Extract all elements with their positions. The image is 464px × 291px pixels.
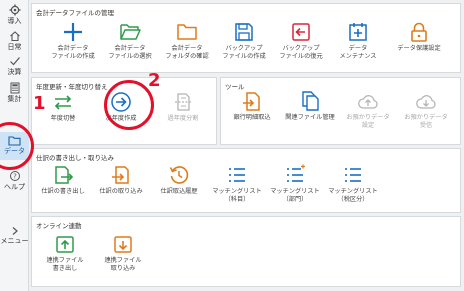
- sidebar-item-summary[interactable]: 集計: [0, 82, 29, 103]
- tool-label: 連携ファイル 書き出し: [46, 257, 84, 272]
- matching-list-accounts-button[interactable]: マッチングリスト （科目）: [210, 164, 264, 204]
- list-icon: [345, 168, 361, 182]
- matching-list-departments-button[interactable]: マッチングリスト （部門）: [268, 164, 322, 204]
- panel-title: 会計データファイルの管理: [36, 9, 114, 17]
- panel-title: 年度更新・年度切り替え: [36, 83, 108, 91]
- create-data-file-button[interactable]: 会計データ ファイルの作成: [46, 21, 100, 61]
- sidebar-item-menu[interactable]: メニュー: [0, 226, 29, 245]
- tool-label: 年度切替: [50, 115, 76, 122]
- panel-title: 仕訳の書き出し・取り込み: [36, 154, 114, 162]
- import-icon: [112, 166, 129, 184]
- create-backup-button[interactable]: バックアップ ファイルの作成: [217, 21, 271, 61]
- main-content: 会計データファイルの管理 会計データ ファイルの作成 会計データ ファイルの選択…: [29, 0, 464, 291]
- lock-icon: [411, 22, 427, 42]
- tool-label: お預かりデータ 受信: [404, 114, 448, 129]
- tool-label: バックアップ ファイルの復元: [279, 45, 323, 60]
- folder-icon: [177, 24, 197, 40]
- chevron-right-icon: [12, 227, 18, 235]
- cloud-upload-icon: [358, 95, 378, 109]
- check-icon: [9, 57, 20, 66]
- related-files-icon: [302, 91, 319, 111]
- link-import-icon: [114, 236, 132, 253]
- sidebar-item-setup[interactable]: 導入: [0, 4, 29, 25]
- save-icon: [235, 23, 253, 41]
- split-icon: [175, 93, 191, 111]
- tool-label: 会計データ ファイルの選択: [108, 45, 152, 60]
- tool-label: マッチングリスト （科目）: [212, 188, 262, 203]
- cloud-download-icon: [416, 95, 436, 109]
- data-protection-button[interactable]: データ保護設定: [392, 21, 446, 53]
- tool-label: 連携ファイル 取り込み: [104, 257, 142, 272]
- tool-label: バックアップ ファイルの作成: [222, 45, 266, 60]
- annotation-circle-next-year: [104, 80, 154, 130]
- history-icon: [169, 166, 189, 184]
- data-maintenance-button[interactable]: データ メンテナンス: [331, 21, 385, 61]
- split-past-year-button[interactable]: 過年度分割: [156, 91, 210, 123]
- journal-import-history-button[interactable]: 仕訳取込履歴: [152, 164, 206, 196]
- annotation-step-1: 1: [33, 93, 46, 114]
- select-data-file-button[interactable]: 会計データ ファイルの選択: [103, 21, 157, 61]
- tool-label: 会計データ フォルダの確認: [165, 45, 209, 60]
- matching-list-tax-button[interactable]: マッチングリスト （税区分）: [326, 164, 380, 204]
- tool-label: 関連ファイル管理: [285, 114, 335, 121]
- tool-label: 仕訳の書き出し: [41, 188, 85, 195]
- tool-label: 銀行明細取込: [233, 114, 271, 121]
- restore-backup-button[interactable]: バックアップ ファイルの復元: [274, 21, 328, 61]
- panel-journal-io: 仕訳の書き出し・取り込み 仕訳の書き出し 仕訳の取り込み 仕訳取込履歴 マッチン…: [31, 148, 461, 213]
- sidebar-item-label: 日常: [7, 43, 22, 51]
- panel-file-management: 会計データファイルの管理 会計データ ファイルの作成 会計データ ファイルの選択…: [31, 3, 461, 73]
- sidebar-item-label: ヘルプ: [4, 183, 25, 191]
- import-journal-button[interactable]: 仕訳の取り込み: [94, 164, 148, 196]
- tool-label: 仕訳の取り込み: [99, 188, 143, 195]
- tool-label: マッチングリスト （部門）: [270, 188, 320, 203]
- export-link-file-button[interactable]: 連携ファイル 書き出し: [38, 233, 92, 273]
- export-icon: [55, 166, 74, 184]
- sidebar-item-label: 導入: [7, 17, 22, 25]
- tool-label: 過年度分割: [167, 115, 199, 122]
- tool-label: 会計データ ファイルの作成: [51, 45, 95, 60]
- panel-title: オンライン連動: [36, 222, 82, 230]
- deposit-data-settings-button[interactable]: お預かりデータ 設定: [341, 90, 395, 130]
- home-icon: [9, 31, 20, 42]
- calculator-icon: [10, 82, 19, 94]
- related-files-button[interactable]: 関連ファイル管理: [283, 90, 337, 122]
- restore-icon: [292, 23, 310, 41]
- sidebar-item-daily[interactable]: 日常: [0, 30, 29, 51]
- plus-icon: [64, 23, 82, 41]
- help-icon: ?: [9, 171, 20, 181]
- tool-label: マッチングリスト （税区分）: [328, 188, 378, 203]
- switch-arrows-icon: [54, 95, 72, 110]
- deposit-data-receive-button[interactable]: お預かりデータ 受信: [399, 90, 453, 130]
- sidebar-item-label: 集計: [7, 95, 22, 103]
- sidebar-item-help[interactable]: ? ヘルプ: [0, 170, 29, 191]
- sidebar-item-label: メニュー: [0, 237, 29, 245]
- bank-import-icon: [243, 92, 260, 111]
- panel-online: オンライン連動 連携ファイル 書き出し 連携ファイル 取り込み: [31, 216, 461, 287]
- list-icon: [287, 164, 305, 182]
- link-export-icon: [56, 236, 74, 253]
- panel-tools: ツール 銀行明細取込 関連ファイル管理 お預かりデータ 設定 お預かりデータ 受…: [220, 77, 461, 145]
- tool-label: データ メンテナンス: [339, 45, 377, 60]
- tool-label: お預かりデータ 設定: [346, 114, 390, 129]
- sidebar-item-label: 決算: [7, 68, 22, 76]
- tool-label: データ保護設定: [397, 45, 441, 52]
- folder-open-icon: [120, 24, 141, 40]
- maintenance-icon: [349, 23, 367, 41]
- check-data-folder-button[interactable]: 会計データ フォルダの確認: [160, 21, 214, 61]
- export-journal-button[interactable]: 仕訳の書き出し: [36, 164, 90, 196]
- import-link-file-button[interactable]: 連携ファイル 取り込み: [96, 233, 150, 273]
- svg-text:?: ?: [13, 173, 17, 181]
- annotation-step-2: 2: [148, 70, 161, 91]
- gear-icon: [9, 4, 20, 16]
- sidebar-item-closing[interactable]: 決算: [0, 55, 29, 76]
- tool-label: 仕訳取込履歴: [160, 188, 198, 195]
- bank-import-button[interactable]: 銀行明細取込: [225, 90, 279, 122]
- list-icon: [229, 168, 245, 182]
